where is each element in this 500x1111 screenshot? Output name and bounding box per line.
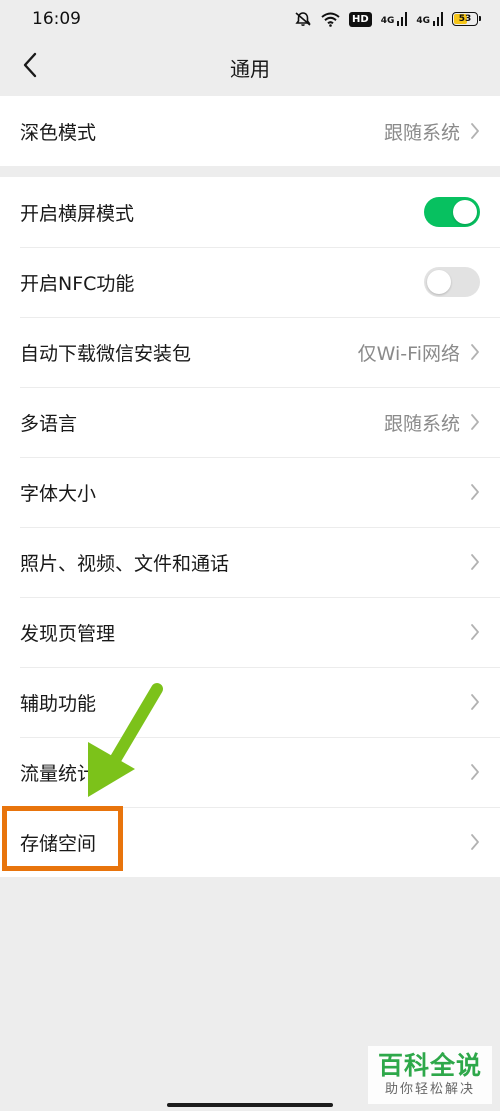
chevron-right-icon bbox=[470, 483, 480, 501]
toggle-knob bbox=[427, 270, 451, 294]
row-dark-mode[interactable]: 深色模式 跟随系统 bbox=[0, 96, 500, 166]
row-label: 多语言 bbox=[20, 412, 78, 435]
chevron-right-icon bbox=[470, 693, 480, 711]
row-auto-download[interactable]: 自动下载微信安装包 仅Wi-Fi网络 bbox=[0, 317, 500, 387]
row-accessibility[interactable]: 辅助功能 bbox=[0, 667, 500, 737]
signal-icon-sim1: 4G bbox=[381, 12, 408, 26]
row-value: 跟随系统 bbox=[383, 412, 460, 435]
row-label: 开启横屏模式 bbox=[20, 202, 135, 225]
nav-bar: 通用 bbox=[0, 38, 500, 96]
chevron-left-icon bbox=[22, 52, 38, 82]
status-time: 16:09 bbox=[32, 9, 81, 29]
signal-icon-sim2: 4G bbox=[416, 12, 443, 26]
row-label: 照片、视频、文件和通话 bbox=[20, 552, 230, 575]
chevron-right-icon bbox=[470, 343, 480, 361]
row-label: 自动下载微信安装包 bbox=[20, 342, 192, 365]
row-label: 辅助功能 bbox=[20, 692, 97, 715]
row-value: 仅Wi-Fi网络 bbox=[357, 342, 460, 365]
status-icons: HD 4G 4G 53 bbox=[294, 11, 481, 27]
settings-group-display: 深色模式 跟随系统 bbox=[0, 96, 500, 166]
wifi-icon bbox=[321, 12, 340, 27]
chevron-right-icon bbox=[470, 833, 480, 851]
row-label: 存储空间 bbox=[20, 832, 97, 855]
watermark-title: 百科全说 bbox=[377, 1051, 482, 1080]
status-bar: 16:09 HD 4G 4G 53 bbox=[0, 0, 500, 38]
row-storage[interactable]: 存储空间 bbox=[0, 807, 500, 877]
row-label: 开启NFC功能 bbox=[20, 272, 135, 295]
row-label: 发现页管理 bbox=[20, 622, 116, 645]
chevron-right-icon bbox=[470, 763, 480, 781]
page-title: 通用 bbox=[230, 56, 270, 81]
row-data-usage[interactable]: 流量统计 bbox=[0, 737, 500, 807]
row-media[interactable]: 照片、视频、文件和通话 bbox=[0, 527, 500, 597]
watermark-subtitle: 助你轻松解决 bbox=[384, 1082, 475, 1097]
row-label: 字体大小 bbox=[20, 482, 97, 505]
row-discover-management[interactable]: 发现页管理 bbox=[0, 597, 500, 667]
home-indicator[interactable] bbox=[167, 1103, 333, 1107]
mute-bell-icon bbox=[294, 11, 312, 27]
watermark-logo: 百科全说 助你轻松解决 bbox=[368, 1046, 492, 1104]
row-landscape-mode[interactable]: 开启横屏模式 bbox=[0, 177, 500, 247]
row-language[interactable]: 多语言 跟随系统 bbox=[0, 387, 500, 457]
settings-group-general: 开启横屏模式 开启NFC功能 自动下载微信安装包 仅Wi-Fi网络 多语言 跟随… bbox=[0, 177, 500, 877]
row-label: 流量统计 bbox=[20, 762, 97, 785]
battery-icon: 53 bbox=[452, 12, 481, 26]
toggle-knob bbox=[453, 200, 477, 224]
chevron-right-icon bbox=[470, 413, 480, 431]
row-value: 跟随系统 bbox=[383, 121, 460, 144]
chevron-right-icon bbox=[470, 122, 480, 140]
row-font-size[interactable]: 字体大小 bbox=[0, 457, 500, 527]
hd-badge: HD bbox=[349, 11, 372, 27]
chevron-right-icon bbox=[470, 623, 480, 641]
row-label: 深色模式 bbox=[20, 121, 97, 144]
chevron-right-icon bbox=[470, 553, 480, 571]
row-nfc[interactable]: 开启NFC功能 bbox=[0, 247, 500, 317]
nfc-toggle[interactable] bbox=[424, 267, 480, 297]
back-button[interactable] bbox=[10, 46, 50, 88]
landscape-toggle[interactable] bbox=[424, 197, 480, 227]
